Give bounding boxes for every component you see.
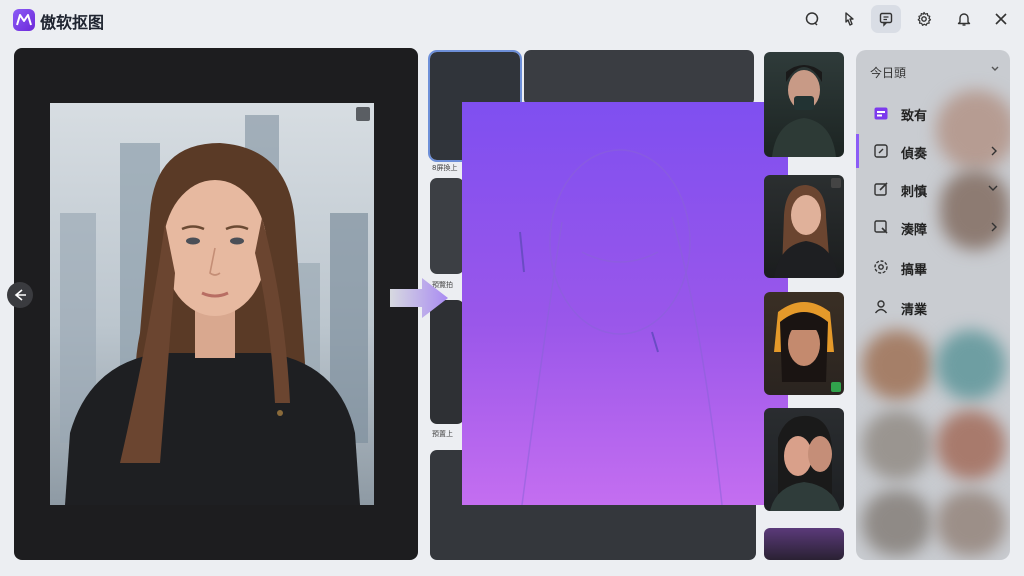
notifications-button[interactable] <box>949 5 979 33</box>
side-menu-panel: 今日頭 致有 偵奏 刺慎 湊障 搞畢 清業 <box>856 50 1010 560</box>
title-bar: 傲软抠图 <box>0 0 1024 40</box>
chat-button[interactable] <box>797 5 827 33</box>
menu-item[interactable]: 湊障 <box>856 210 1010 244</box>
thumbnail[interactable] <box>764 528 844 560</box>
menu-background-blur <box>862 330 932 400</box>
chevron-down-icon <box>988 185 998 191</box>
chevron-down-icon[interactable] <box>990 64 1000 74</box>
menu-item-label: 清業 <box>901 303 928 318</box>
app-title: 傲软抠图 <box>40 13 105 32</box>
thumbnail-image <box>770 415 840 511</box>
menu-item[interactable]: 搞畢 <box>856 250 1010 284</box>
close-icon <box>995 13 1007 25</box>
chevron-right-icon <box>991 146 997 156</box>
previous-image-button[interactable] <box>7 282 33 308</box>
menu-item[interactable]: 清業 <box>856 290 1010 324</box>
pointer-button[interactable] <box>834 5 864 33</box>
feedback-button[interactable] <box>871 5 901 33</box>
pen-square-icon <box>874 182 888 196</box>
menu-item[interactable]: 刺慎 <box>856 172 1010 206</box>
source-image-panel <box>14 48 418 560</box>
feedback-icon <box>879 12 893 27</box>
thumbnail-image <box>772 65 836 157</box>
calendar-icon <box>874 107 888 120</box>
gallery-tile[interactable] <box>430 178 464 274</box>
photo-close-button[interactable] <box>356 107 370 121</box>
menu-item[interactable]: 致有 <box>856 96 1010 130</box>
gallery-tile[interactable] <box>524 50 754 106</box>
edit-box-icon <box>874 144 888 158</box>
menu-item-label: 湊障 <box>901 223 928 238</box>
menu-item-label: 致有 <box>901 109 928 124</box>
menu-background-blur <box>862 490 932 556</box>
menu-background-blur <box>862 410 932 480</box>
cutout-result <box>462 102 788 505</box>
app-logo-icon <box>13 9 35 31</box>
menu-item-label: 搞畢 <box>901 263 928 278</box>
menu-item-label: 偵奏 <box>901 147 928 162</box>
thumbnail-image <box>774 302 834 382</box>
thumbnail-close-button[interactable] <box>831 178 841 188</box>
settings-button[interactable] <box>909 5 939 33</box>
thumbnail[interactable] <box>764 292 844 395</box>
menu-header: 今日頭 <box>870 66 907 80</box>
thumbnail[interactable] <box>764 408 844 511</box>
thumbnail[interactable] <box>764 175 844 278</box>
menu-item-label: 刺慎 <box>901 185 928 200</box>
thumbnail-image <box>774 185 838 278</box>
arrow-left-icon <box>14 289 26 301</box>
menu-background-blur <box>936 490 1006 556</box>
menu-background-blur <box>936 330 1006 400</box>
chevron-right-icon <box>991 222 997 232</box>
gallery-caption: 預置上 <box>432 430 453 438</box>
gallery-caption: 8屏換上 <box>432 164 458 172</box>
thumbnail-check-badge <box>831 382 841 392</box>
gear-icon <box>874 260 888 274</box>
user-icon <box>874 300 888 314</box>
source-photo <box>50 103 374 505</box>
pointer-icon <box>845 12 854 26</box>
process-arrow-icon <box>390 278 448 318</box>
chat-icon <box>805 12 819 26</box>
settings-icon <box>917 11 932 26</box>
bell-icon <box>957 13 971 26</box>
close-button[interactable] <box>986 5 1016 33</box>
thumbnail[interactable] <box>764 52 844 157</box>
menu-background-blur <box>936 410 1006 480</box>
menu-item[interactable]: 偵奏 <box>856 134 1010 168</box>
crop-icon <box>874 220 888 234</box>
